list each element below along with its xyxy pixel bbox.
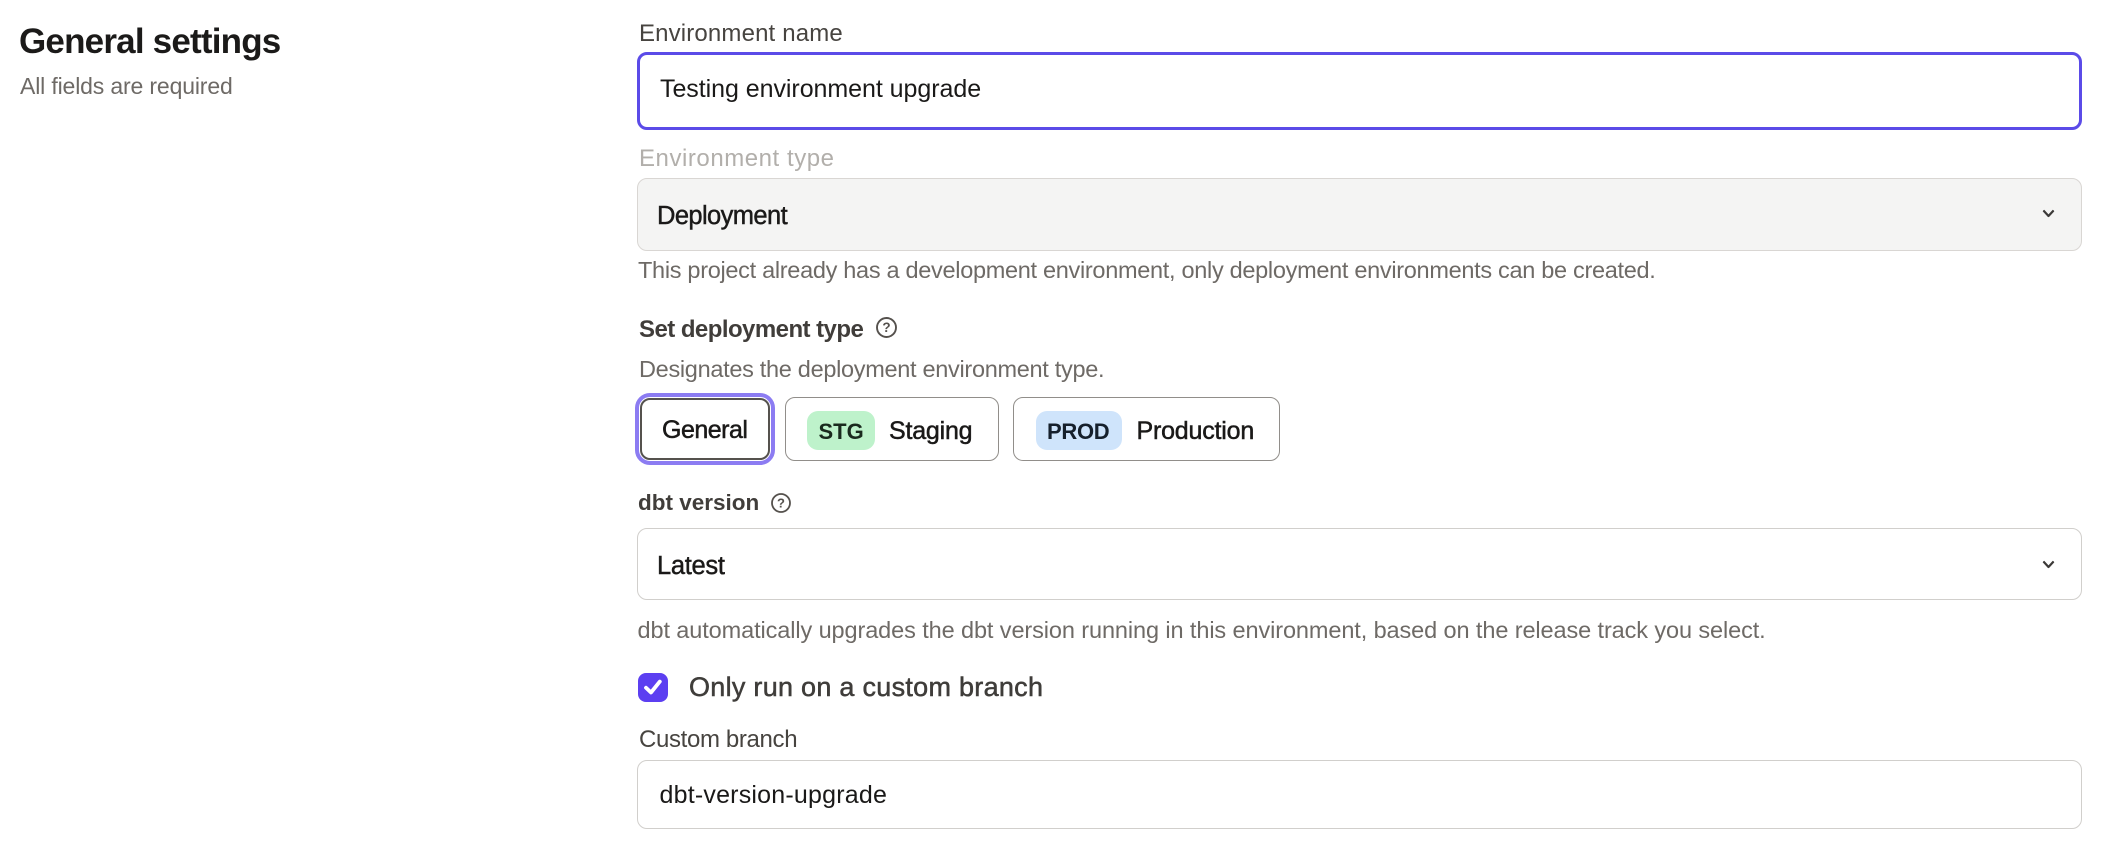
svg-text:?: ? (777, 496, 785, 511)
svg-text:?: ? (882, 320, 890, 335)
